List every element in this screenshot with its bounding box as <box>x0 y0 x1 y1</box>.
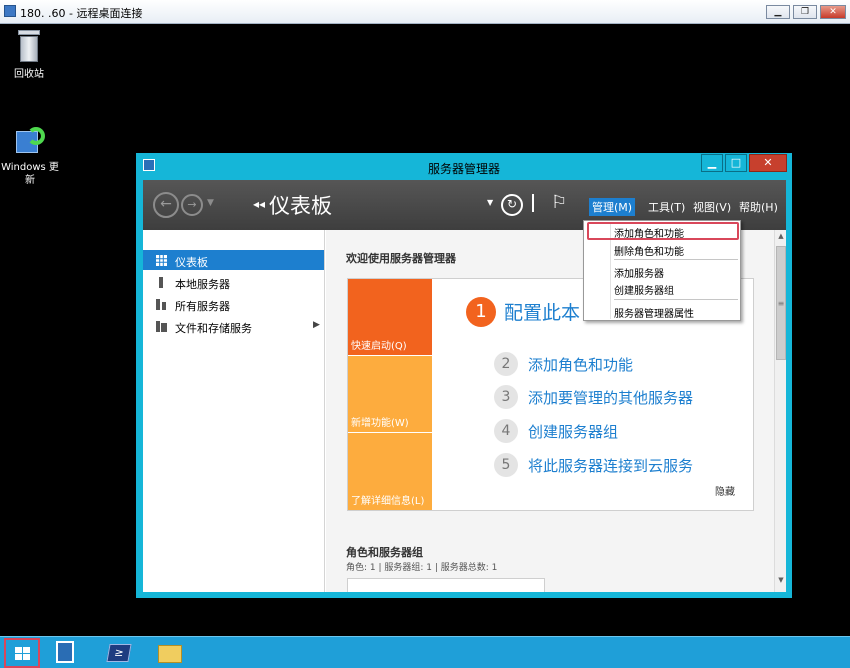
tile-label: 新增功能(W) <box>351 418 409 429</box>
scroll-up-icon[interactable]: ▲ <box>775 232 786 244</box>
step-link[interactable]: 添加要管理的其他服务器 <box>528 387 693 408</box>
taskbar: ≥ <box>0 636 850 668</box>
menu-view[interactable]: 视图(V) <box>690 198 734 216</box>
tile-learn-more[interactable]: 了解详细信息(L) <box>348 433 432 510</box>
menu-manage[interactable]: 管理(M) <box>589 198 636 216</box>
tile-quick-start[interactable]: 快速启动(Q) <box>348 279 432 355</box>
menu-item-properties[interactable]: 服务器管理器属性 <box>614 305 694 320</box>
toolbar-separator <box>532 194 534 212</box>
nav-item-label: 所有服务器 <box>175 300 230 313</box>
tile-whats-new[interactable]: 新增功能(W) <box>348 356 432 432</box>
step-link[interactable]: 创建服务器组 <box>528 421 618 442</box>
rdp-close-button[interactable]: ✕ <box>820 5 846 19</box>
windows-logo-icon <box>15 647 31 661</box>
left-navigation: 仪表板 本地服务器 所有服务器 文件和存储服务 ▶ <box>143 230 325 592</box>
server-icon <box>159 277 163 288</box>
menu-help[interactable]: 帮助(H) <box>736 198 781 216</box>
scroll-grip-icon: ≡ <box>777 299 785 308</box>
nav-item-label: 本地服务器 <box>175 278 230 291</box>
taskbar-powershell[interactable]: ≥ <box>98 639 138 667</box>
window-title-bar[interactable]: 服务器管理器 ▁ □ ✕ <box>136 153 792 179</box>
expand-arrow-icon[interactable]: ▶ <box>313 320 320 330</box>
menu-separator <box>614 259 738 260</box>
server-manager-window: 服务器管理器 ▁ □ ✕ ← → ▼ ◂◂ 仪表板 ▼ ↻ ⚐ 管理(M) 工具… <box>136 153 792 598</box>
scroll-thumb[interactable]: ≡ <box>776 246 786 360</box>
window-close-button[interactable]: ✕ <box>749 154 787 172</box>
refresh-icon[interactable]: ↻ <box>501 194 523 216</box>
breadcrumb-arrows-icon: ◂◂ <box>253 197 266 211</box>
step-1-link[interactable]: 配置此本 <box>504 298 580 325</box>
welcome-heading: 欢迎使用服务器管理器 <box>346 252 456 265</box>
menu-item-add-servers[interactable]: 添加服务器 <box>614 265 664 280</box>
step-link[interactable]: 添加角色和功能 <box>528 354 633 375</box>
remote-desktop-icon <box>4 5 16 17</box>
recycle-bin-icon <box>16 30 42 64</box>
rdp-window-title: 180. .60 - 远程桌面连接 <box>20 7 143 20</box>
start-button[interactable] <box>4 638 40 668</box>
roles-heading: 角色和服务器组 <box>346 546 423 559</box>
step-number: 4 <box>494 419 518 443</box>
menu-item-add-roles[interactable]: 添加角色和功能 <box>614 225 684 240</box>
window-body: ← → ▼ ◂◂ 仪表板 ▼ ↻ ⚐ 管理(M) 工具(T) 视图(V) 帮助(… <box>143 180 786 592</box>
nav-item-dashboard[interactable]: 仪表板 <box>143 250 324 270</box>
menu-item-remove-roles[interactable]: 删除角色和功能 <box>614 243 684 258</box>
hide-link[interactable]: 隐藏 <box>715 483 735 498</box>
rdp-minimize-button[interactable]: ▁ <box>766 5 790 19</box>
taskbar-file-explorer[interactable] <box>150 639 190 667</box>
desktop-icon-windows-update[interactable]: Windows 更新 <box>0 127 60 187</box>
menu-item-create-server-group[interactable]: 创建服务器组 <box>614 282 674 297</box>
scroll-down-icon[interactable]: ▼ <box>775 576 786 588</box>
roles-summary: 角色: 1 | 服务器组: 1 | 服务器总数: 1 <box>346 563 498 573</box>
taskbar-server-manager[interactable] <box>46 639 86 667</box>
step-link[interactable]: 将此服务器连接到云服务 <box>528 455 693 476</box>
powershell-icon: ≥ <box>106 644 132 662</box>
step-number: 5 <box>494 453 518 477</box>
desktop-icon-recycle-bin[interactable]: 回收站 <box>1 30 57 81</box>
window-minimize-button[interactable]: ▁ <box>701 154 723 172</box>
forward-arrow-icon[interactable]: → <box>181 194 203 216</box>
nav-item-label: 仪表板 <box>175 256 208 269</box>
dashboard-grid-icon <box>156 255 167 266</box>
notifications-flag-icon[interactable]: ⚐ <box>551 192 567 213</box>
menu-tools[interactable]: 工具(T) <box>645 198 688 216</box>
server-manager-icon <box>56 641 74 663</box>
nav-item-all-servers[interactable]: 所有服务器 <box>143 294 324 314</box>
menu-separator <box>614 299 738 300</box>
history-dropdown-icon[interactable]: ▼ <box>207 198 214 208</box>
step-number: 3 <box>494 385 518 409</box>
windows-update-icon <box>13 127 47 157</box>
rdp-restore-button[interactable]: ❐ <box>793 5 817 19</box>
step-1-number: 1 <box>466 297 496 327</box>
tile-label: 了解详细信息(L) <box>351 496 425 507</box>
rdp-title-bar: 180. .60 - 远程桌面连接 ▁ ❐ ✕ <box>0 0 850 24</box>
nav-item-file-storage[interactable]: 文件和存储服务 ▶ <box>143 316 324 336</box>
breadcrumb-title: 仪表板 <box>269 194 332 218</box>
window-maximize-button[interactable]: □ <box>725 154 747 172</box>
nav-item-local-server[interactable]: 本地服务器 <box>143 272 324 292</box>
caret-down-icon[interactable]: ▼ <box>487 198 493 207</box>
file-storage-icon <box>156 321 167 332</box>
step-number: 2 <box>494 352 518 376</box>
recycle-bin-label: 回收站 <box>14 69 44 80</box>
folder-icon <box>158 645 182 663</box>
tile-label: 快速启动(Q) <box>351 341 407 352</box>
back-arrow-icon[interactable]: ← <box>153 192 179 218</box>
servers-icon <box>156 299 166 310</box>
window-title: 服务器管理器 <box>427 162 500 176</box>
manage-dropdown-menu: 添加角色和功能 删除角色和功能 添加服务器 创建服务器组 服务器管理器属性 <box>583 220 741 321</box>
windows-update-label: Windows 更新 <box>1 162 59 186</box>
role-card[interactable] <box>347 578 545 592</box>
vertical-scrollbar[interactable]: ▲ ≡ ▼ <box>774 230 786 592</box>
nav-item-label: 文件和存储服务 <box>175 322 252 335</box>
